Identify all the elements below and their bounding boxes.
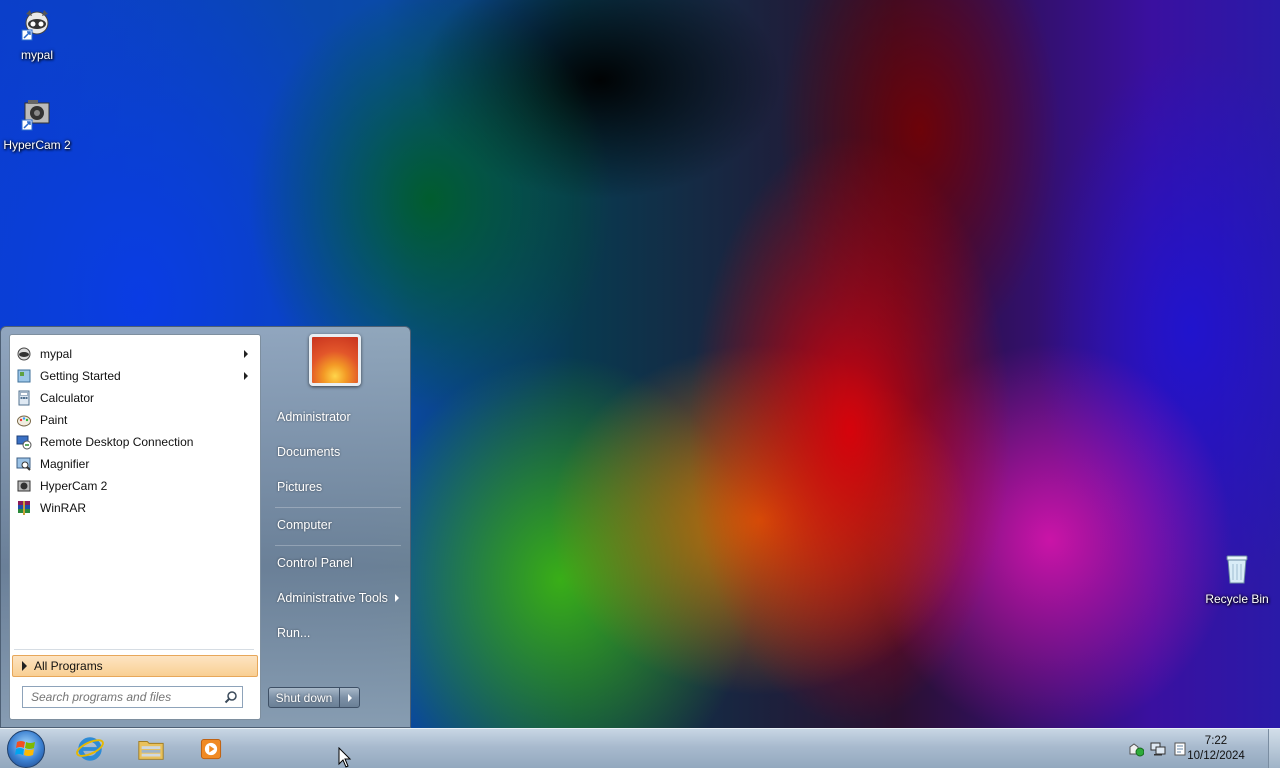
documents-label: Documents: [277, 445, 341, 459]
taskbar-internet-explorer-button[interactable]: [68, 732, 112, 766]
shutdown-options-button[interactable]: [340, 688, 359, 707]
show-desktop-button[interactable]: [1268, 729, 1280, 768]
separator: [275, 507, 401, 508]
control-panel-label: Control Panel: [277, 556, 353, 570]
program-item-hypercam[interactable]: HyperCam 2: [12, 475, 258, 497]
submenu-arrow-icon: [244, 372, 248, 380]
all-programs-button[interactable]: All Programs: [12, 655, 258, 677]
program-item-mypal[interactable]: mypal: [12, 343, 258, 365]
action-center-icon[interactable]: [1128, 741, 1144, 757]
search-icon[interactable]: [224, 690, 238, 704]
windows-logo-icon: [15, 741, 35, 756]
getting-started-icon: [17, 369, 31, 383]
system-tray: 7:22 10/12/2024: [1120, 729, 1280, 768]
start-menu: mypal Getting Started Calculator Paint R…: [0, 326, 411, 728]
mypal-icon: [17, 347, 31, 361]
right-item-run[interactable]: Run...: [269, 621, 409, 645]
taskbar: 7:22 10/12/2024: [0, 728, 1280, 768]
recycle-bin-icon: [1226, 555, 1248, 584]
submenu-arrow-icon: [395, 594, 399, 602]
search-input[interactable]: [23, 687, 221, 707]
remote-desktop-icon: [16, 435, 32, 450]
internet-explorer-icon: [76, 737, 104, 761]
program-label: mypal: [40, 347, 73, 361]
right-item-pictures[interactable]: Pictures: [269, 475, 409, 499]
user-name-label: Administrator: [277, 410, 351, 424]
separator: [275, 545, 401, 546]
program-label: Remote Desktop Connection: [40, 435, 194, 449]
paint-icon: [17, 415, 31, 427]
magnifier-icon: [16, 457, 31, 471]
program-item-magnifier[interactable]: Magnifier: [12, 453, 258, 475]
computer-label: Computer: [277, 518, 332, 532]
program-label: WinRAR: [40, 501, 87, 515]
hypercam-icon: [17, 480, 31, 492]
clock-time: 7:22: [1204, 735, 1228, 747]
separator: [14, 649, 254, 650]
right-item-administrative-tools[interactable]: Administrative Tools: [269, 586, 409, 610]
winrar-icon: [18, 501, 30, 515]
submenu-arrow-icon: [244, 350, 248, 358]
search-box[interactable]: [22, 686, 243, 708]
program-label: Getting Started: [40, 369, 121, 383]
all-programs-label: All Programs: [34, 659, 103, 673]
start-button[interactable]: [7, 730, 45, 768]
desktop-icon-label: Recycle Bin: [1205, 592, 1269, 606]
program-label: Calculator: [40, 391, 95, 405]
media-player-icon: [200, 738, 222, 760]
windows-explorer-icon: [138, 741, 164, 760]
pictures-label: Pictures: [277, 480, 323, 494]
start-menu-programs-pane: mypal Getting Started Calculator Paint R…: [9, 334, 261, 720]
program-item-remote-desktop[interactable]: Remote Desktop Connection: [12, 431, 258, 453]
network-icon[interactable]: [1150, 741, 1166, 757]
program-label: HyperCam 2: [40, 479, 108, 493]
program-item-calculator[interactable]: Calculator: [12, 387, 258, 409]
program-item-getting-started[interactable]: Getting Started: [12, 365, 258, 387]
program-item-paint[interactable]: Paint: [12, 409, 258, 431]
run-label: Run...: [277, 626, 311, 640]
program-label: Paint: [40, 413, 68, 427]
desktop-icon-hypercam[interactable]: HyperCam 2: [0, 98, 74, 152]
right-item-computer[interactable]: Computer: [269, 513, 409, 537]
calculator-icon: [18, 390, 30, 406]
mouse-cursor-icon: [338, 747, 352, 768]
clock[interactable]: 7:22 10/12/2024: [1176, 734, 1256, 764]
program-item-winrar[interactable]: WinRAR: [12, 497, 258, 519]
desktop-icon-recycle-bin[interactable]: Recycle Bin: [1200, 552, 1274, 606]
shutdown-button-group: Shut down: [268, 687, 360, 708]
shutdown-button[interactable]: Shut down: [269, 688, 340, 707]
clock-date: 10/12/2024: [1187, 750, 1245, 762]
desktop-icon-mypal[interactable]: mypal: [0, 8, 74, 62]
desktop: mypal HyperCam 2 Recycle Bin mypal Getti…: [0, 0, 1280, 768]
hypercam-icon: [21, 100, 50, 131]
desktop-icon-label: mypal: [20, 48, 53, 62]
taskbar-windows-explorer-button[interactable]: [129, 732, 173, 766]
taskbar-media-player-button[interactable]: [189, 732, 233, 766]
chevron-right-icon: [347, 693, 352, 702]
expand-arrow-icon: [22, 661, 27, 671]
start-menu-right-pane: Administrator Documents Pictures Compute…: [261, 327, 412, 727]
user-picture-avatar[interactable]: [309, 334, 361, 386]
program-label: Magnifier: [40, 457, 90, 471]
right-item-documents[interactable]: Documents: [269, 440, 409, 464]
administrative-tools-label: Administrative Tools: [277, 591, 388, 605]
desktop-icon-label: HyperCam 2: [3, 138, 71, 152]
right-item-administrator[interactable]: Administrator: [269, 405, 409, 429]
mypal-icon: [21, 10, 49, 41]
right-item-control-panel[interactable]: Control Panel: [269, 551, 409, 575]
